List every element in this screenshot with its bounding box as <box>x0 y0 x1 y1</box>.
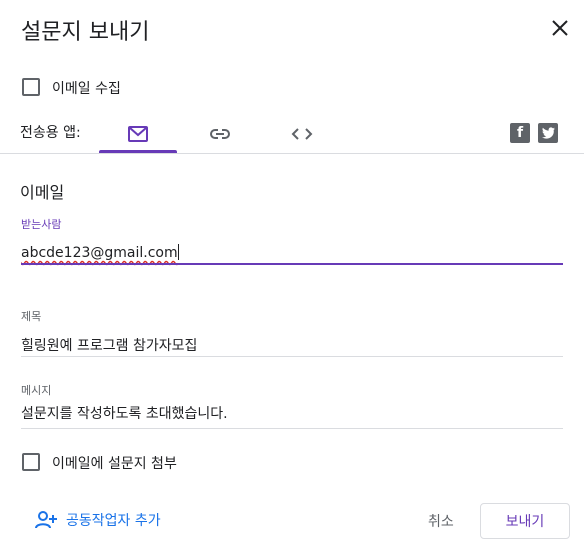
recipient-underline <box>21 263 563 265</box>
message-input[interactable]: 설문지를 작성하도록 초대했습니다. <box>21 403 228 423</box>
close-button[interactable] <box>548 16 572 40</box>
attach-form-checkbox[interactable] <box>22 453 40 471</box>
close-icon <box>552 20 568 36</box>
add-person-icon <box>35 511 57 529</box>
embed-code-icon <box>291 128 313 140</box>
facebook-icon: f <box>516 125 524 141</box>
subject-underline <box>21 356 563 357</box>
cancel-button[interactable]: 취소 <box>428 511 454 531</box>
attach-form-label: 이메일에 설문지 첨부 <box>52 456 177 472</box>
add-collaborators-label: 공동작업자 추가 <box>66 513 161 529</box>
tab-email[interactable] <box>99 115 177 153</box>
add-collaborators-button[interactable]: 공동작업자 추가 <box>34 510 161 530</box>
collect-email-label: 이메일 수집 <box>52 81 121 97</box>
text-cursor <box>177 244 179 260</box>
tab-link[interactable] <box>181 115 259 153</box>
send-button-label: 보내기 <box>505 514 545 530</box>
divider <box>0 153 584 154</box>
send-button[interactable]: 보내기 <box>480 503 570 539</box>
dialog-title: 설문지 보내기 <box>21 20 150 45</box>
twitter-share-button[interactable] <box>538 123 558 143</box>
email-section-heading: 이메일 <box>20 183 65 202</box>
link-icon <box>210 129 230 139</box>
message-underline <box>21 428 563 429</box>
recipient-value: abcde123@gmail.com <box>21 245 178 261</box>
facebook-share-button[interactable]: f <box>510 123 530 143</box>
send-via-label: 전송용 앱: <box>20 125 81 141</box>
collect-email-checkbox[interactable] <box>22 78 40 96</box>
subject-input[interactable]: 힐링원예 프로그램 참가자모집 <box>21 335 197 355</box>
subject-label: 제목 <box>21 310 42 323</box>
recipient-label: 받는사람 <box>21 218 62 231</box>
twitter-icon <box>542 127 555 139</box>
tab-embed[interactable] <box>263 115 341 153</box>
mail-icon <box>128 126 148 142</box>
message-label: 메시지 <box>21 384 52 397</box>
